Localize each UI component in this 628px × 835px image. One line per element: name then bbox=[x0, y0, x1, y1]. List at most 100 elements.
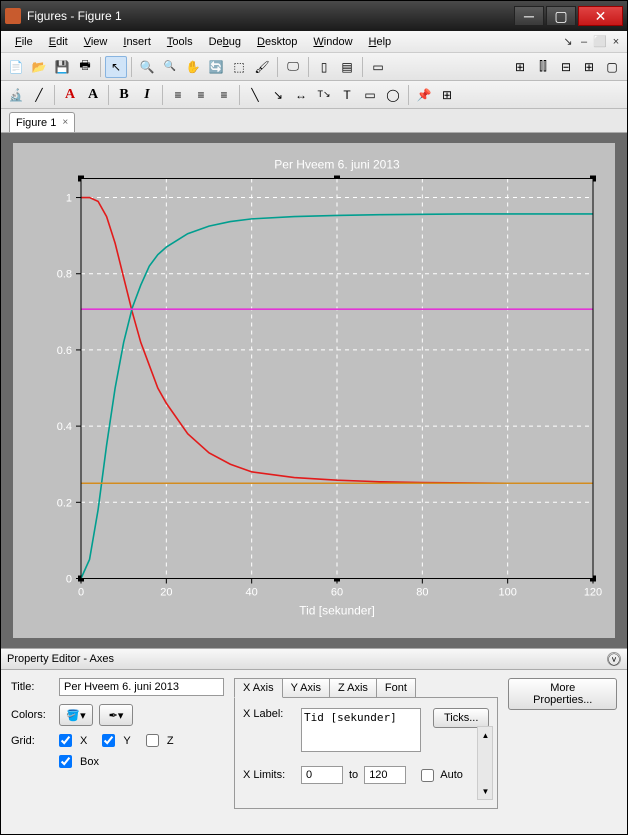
pan-button[interactable]: ✋ bbox=[182, 56, 204, 78]
toolbar-annotate: 🔬 ╱ A A B I ≡ ≡ ≡ ╲ ↘ ↔ T↘ T ▭ ◯ 📌 ⊞ bbox=[1, 81, 627, 109]
hide-plot-tools-button[interactable]: ▭ bbox=[367, 56, 389, 78]
title-input[interactable] bbox=[59, 678, 224, 696]
mdi-minimize-icon[interactable]: ‒ bbox=[577, 35, 591, 49]
rotate-3d-button[interactable]: 🔄 bbox=[205, 56, 227, 78]
mdi-restore-icon[interactable]: ⬜ bbox=[593, 35, 607, 49]
tab-close-icon[interactable]: × bbox=[62, 117, 68, 128]
align-right-button[interactable]: ≡ bbox=[213, 84, 235, 106]
arrow-anno-button[interactable]: ↘ bbox=[267, 84, 289, 106]
scroll-down-icon[interactable]: ▼ bbox=[478, 783, 492, 799]
grid-z-checkbox[interactable] bbox=[146, 734, 159, 747]
svg-text:40: 40 bbox=[246, 587, 258, 599]
svg-text:0.2: 0.2 bbox=[57, 497, 72, 509]
text-arrow-button[interactable]: T↘ bbox=[313, 84, 335, 106]
menu-window[interactable]: Window bbox=[305, 34, 360, 50]
figure-area: 02040608010012000.20.40.60.81Per Hveem 6… bbox=[1, 133, 627, 648]
close-button[interactable]: ✕ bbox=[578, 6, 623, 26]
xlabel-label: X Label: bbox=[243, 708, 295, 720]
textbox-button[interactable]: T bbox=[336, 84, 358, 106]
print-button[interactable]: 🖶 bbox=[74, 56, 96, 78]
layout-2x1-button[interactable]: ⊟ bbox=[555, 56, 577, 78]
grid-x-checkbox[interactable] bbox=[59, 734, 72, 747]
menu-desktop[interactable]: Desktop bbox=[249, 34, 305, 50]
menu-edit[interactable]: Edit bbox=[41, 34, 76, 50]
figure-tab-bar: Figure 1 × bbox=[1, 109, 627, 133]
pin-button[interactable]: 📌 bbox=[413, 84, 435, 106]
tab-x-axis[interactable]: X Axis bbox=[234, 678, 283, 698]
data-cursor-button[interactable]: ⬚ bbox=[228, 56, 250, 78]
layout-1x1-button[interactable]: ⊞ bbox=[509, 56, 531, 78]
bold-button[interactable]: B bbox=[113, 84, 135, 106]
auto-checkbox[interactable] bbox=[421, 769, 434, 782]
ticks-button[interactable]: Ticks... bbox=[433, 708, 489, 728]
open-button[interactable]: 📂 bbox=[28, 56, 50, 78]
svg-text:120: 120 bbox=[584, 587, 602, 599]
brush-button[interactable]: 🖌 bbox=[251, 56, 273, 78]
auto-label: Auto bbox=[440, 769, 463, 781]
toolbar-main: 📄 📂 💾 🖶 ↖ 🔍 🔍 ✋ 🔄 ⬚ 🖌 🖵 ▯ ▤ ▭ ⊞ ⫿⫿ ⊟ ⊞ ▢ bbox=[1, 53, 627, 81]
double-arrow-button[interactable]: ↔ bbox=[290, 84, 312, 106]
tab-font[interactable]: Font bbox=[376, 678, 416, 698]
xlabel-input[interactable] bbox=[301, 708, 421, 752]
edge-color-button[interactable]: ✒▾ bbox=[99, 704, 133, 726]
insert-colorbar-button[interactable]: ▯ bbox=[313, 56, 335, 78]
insert-legend-button[interactable]: ▤ bbox=[336, 56, 358, 78]
tab-label: Figure 1 bbox=[16, 117, 56, 129]
grid-y-checkbox[interactable] bbox=[102, 734, 115, 747]
face-color-button[interactable]: 🪣▾ bbox=[59, 704, 93, 726]
scroll-up-icon[interactable]: ▲ bbox=[478, 727, 492, 743]
layout-1x2-button[interactable]: ⫿⫿ bbox=[532, 56, 554, 78]
mdi-close-icon[interactable]: × bbox=[609, 35, 623, 49]
axes[interactable]: 02040608010012000.20.40.60.81Per Hveem 6… bbox=[13, 143, 615, 638]
maximize-button[interactable]: ▢ bbox=[546, 6, 576, 26]
xlimits-from-input[interactable] bbox=[301, 766, 343, 784]
svg-text:0: 0 bbox=[66, 574, 72, 586]
layout-custom-button[interactable]: ▢ bbox=[601, 56, 623, 78]
menu-tools[interactable]: Tools bbox=[159, 34, 201, 50]
font-button[interactable]: A bbox=[82, 84, 104, 106]
mdi-dock-icon[interactable]: ↘ bbox=[561, 35, 575, 49]
svg-text:0.8: 0.8 bbox=[57, 269, 72, 281]
svg-text:Per Hveem 6. juni 2013: Per Hveem 6. juni 2013 bbox=[274, 158, 400, 172]
new-figure-button[interactable]: 📄 bbox=[5, 56, 27, 78]
xlimits-to-input[interactable] bbox=[364, 766, 406, 784]
menu-debug[interactable]: Debug bbox=[201, 34, 249, 50]
colors-label: Colors: bbox=[11, 709, 53, 721]
xlimits-label: X Limits: bbox=[243, 769, 295, 781]
font-color-button[interactable]: A bbox=[59, 84, 81, 106]
align-left-button[interactable]: ≡ bbox=[167, 84, 189, 106]
zoom-out-button[interactable]: 🔍 bbox=[159, 56, 181, 78]
menu-view[interactable]: View bbox=[76, 34, 116, 50]
save-button[interactable]: 💾 bbox=[51, 56, 73, 78]
collapse-button[interactable]: ⓥ bbox=[607, 652, 621, 666]
tab-z-axis[interactable]: Z Axis bbox=[329, 678, 377, 698]
grid-z-label: Z bbox=[167, 735, 174, 747]
grid-y-label: Y bbox=[123, 735, 130, 747]
rectangle-button[interactable]: ▭ bbox=[359, 84, 381, 106]
grid-label: Grid: bbox=[11, 735, 53, 747]
menu-file[interactable]: File bbox=[7, 34, 41, 50]
link-plot-button[interactable]: 🖵 bbox=[282, 56, 304, 78]
menu-help[interactable]: Help bbox=[361, 34, 400, 50]
more-properties-button[interactable]: More Properties... bbox=[508, 678, 617, 710]
edit-plot-button[interactable]: ↖ bbox=[105, 56, 127, 78]
minimize-button[interactable]: ─ bbox=[514, 6, 544, 26]
menu-insert[interactable]: Insert bbox=[115, 34, 159, 50]
line-tool-button[interactable]: ╱ bbox=[28, 84, 50, 106]
box-checkbox[interactable] bbox=[59, 755, 72, 768]
italic-button[interactable]: I bbox=[136, 84, 158, 106]
ellipse-button[interactable]: ◯ bbox=[382, 84, 404, 106]
zoom-in-button[interactable]: 🔍 bbox=[136, 56, 158, 78]
layout-2x2-button[interactable]: ⊞ bbox=[578, 56, 600, 78]
panel-scrollbar[interactable]: ▲ ▼ bbox=[477, 726, 493, 800]
align-dist-button[interactable]: ⊞ bbox=[436, 84, 458, 106]
tab-y-axis[interactable]: Y Axis bbox=[282, 678, 330, 698]
align-center-button[interactable]: ≡ bbox=[190, 84, 212, 106]
line-anno-button[interactable]: ╲ bbox=[244, 84, 266, 106]
svg-text:80: 80 bbox=[416, 587, 428, 599]
tab-figure-1[interactable]: Figure 1 × bbox=[9, 112, 75, 132]
color-picker-button[interactable]: 🔬 bbox=[5, 84, 27, 106]
svg-text:1: 1 bbox=[66, 193, 72, 205]
menubar: File Edit View Insert Tools Debug Deskto… bbox=[1, 31, 627, 53]
svg-text:60: 60 bbox=[331, 587, 343, 599]
